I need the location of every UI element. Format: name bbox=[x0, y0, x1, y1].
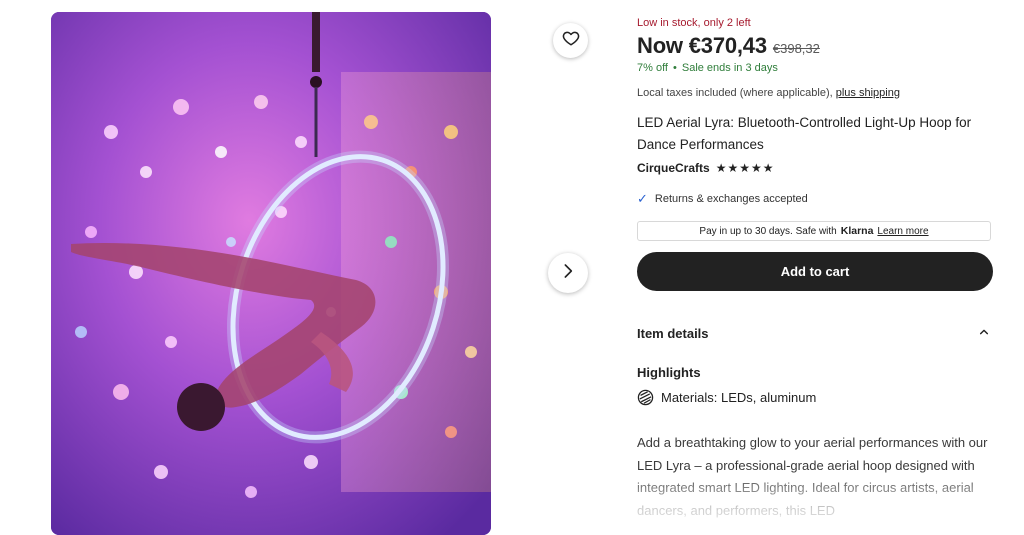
sale-info: 7% off • Sale ends in 3 days bbox=[637, 62, 778, 74]
klarna-banner: Pay in up to 30 days. Safe with Klarna L… bbox=[637, 221, 991, 241]
item-details-label: Item details bbox=[637, 326, 709, 341]
original-price: €398,32 bbox=[772, 41, 820, 56]
returns-text: Returns & exchanges accepted bbox=[654, 193, 808, 205]
item-details-toggle[interactable]: Item details bbox=[637, 326, 989, 341]
highlights-heading: Highlights bbox=[637, 365, 701, 380]
chevron-right-icon bbox=[560, 263, 576, 284]
separator-dot: • bbox=[673, 62, 677, 74]
taxes-text: Local taxes included (where applicable), bbox=[637, 87, 833, 99]
stock-notice: Low in stock, only 2 left bbox=[637, 17, 751, 29]
checkmark-icon: ✓ bbox=[637, 191, 648, 206]
klarna-learn-more-link[interactable]: Learn more bbox=[877, 226, 928, 237]
add-to-cart-button[interactable]: Add to cart bbox=[637, 252, 993, 291]
product-photo-graphic bbox=[51, 12, 491, 535]
klarna-text: Pay in up to 30 days. Safe with bbox=[699, 225, 837, 237]
materials-icon bbox=[637, 389, 654, 406]
shop-row: CirqueCrafts ★★★★★ bbox=[637, 161, 774, 175]
taxes-note: Local taxes included (where applicable),… bbox=[637, 87, 900, 99]
product-description: Add a breathtaking glow to your aerial p… bbox=[637, 435, 988, 518]
shipping-link[interactable]: plus shipping bbox=[836, 87, 900, 99]
sale-ends-text: Sale ends in 3 days bbox=[681, 62, 778, 74]
klarna-logo: Klarna bbox=[840, 225, 874, 237]
heart-icon bbox=[562, 29, 580, 52]
star-rating[interactable]: ★★★★★ bbox=[716, 161, 775, 175]
materials-row: Materials: LEDs, aluminum bbox=[637, 389, 816, 406]
current-price: Now €370,43 bbox=[637, 33, 767, 58]
returns-policy: ✓ Returns & exchanges accepted bbox=[637, 191, 808, 207]
discount-badge: 7% off bbox=[637, 62, 668, 74]
materials-text: Materials: LEDs, aluminum bbox=[661, 390, 817, 405]
chevron-up-icon bbox=[979, 327, 989, 340]
shop-name-link[interactable]: CirqueCrafts bbox=[637, 161, 710, 175]
next-image-button[interactable] bbox=[548, 253, 588, 293]
price-row: Now €370,43 €398,32 bbox=[637, 33, 820, 59]
favorite-button[interactable] bbox=[553, 23, 588, 58]
product-title: LED Aerial Lyra: Bluetooth-Controlled Li… bbox=[637, 115, 972, 152]
product-image[interactable] bbox=[51, 12, 491, 535]
